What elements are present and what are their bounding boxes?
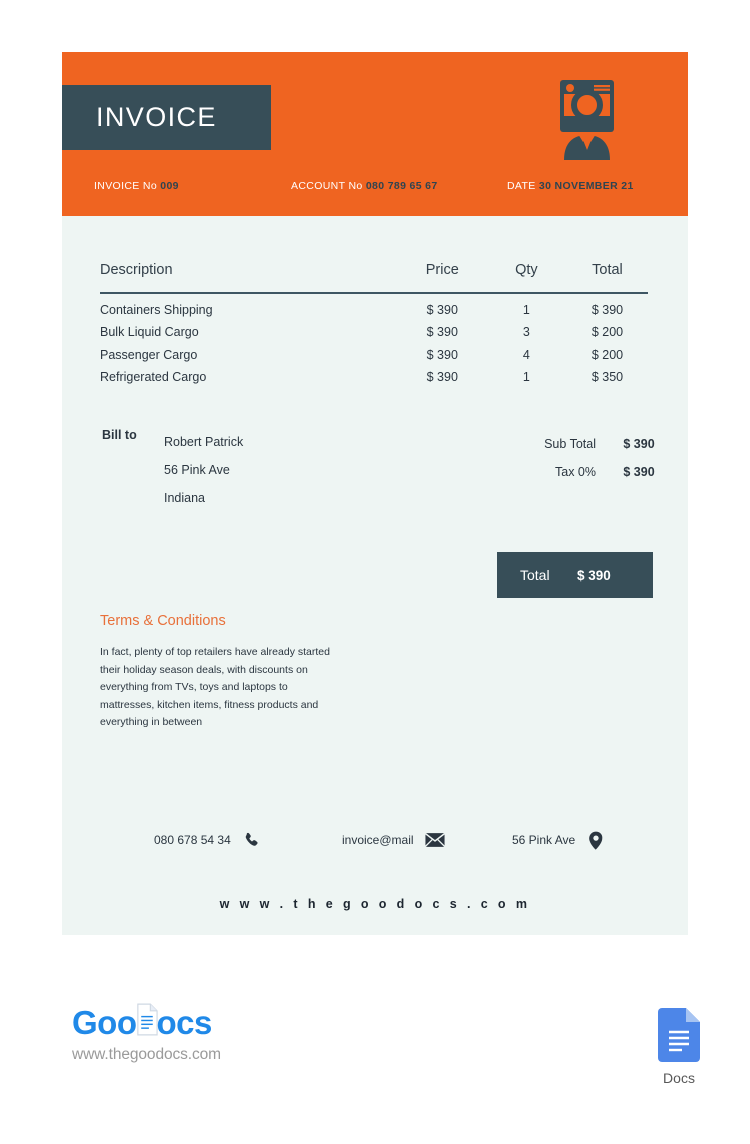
column-header-total: Total <box>592 262 623 278</box>
cell-qty: 1 <box>522 370 530 384</box>
cell-total: $ 200 <box>591 325 624 339</box>
header-meta-row: INVOICE No 009 ACCOUNT No 080 789 65 67 … <box>62 180 688 202</box>
cell-total: $ 350 <box>591 370 624 384</box>
bill-to-region: Indiana <box>164 491 206 505</box>
contact-email[interactable]: invoice@mail <box>342 830 445 850</box>
google-docs-badge[interactable]: Docs <box>653 1008 705 1086</box>
envelope-icon <box>424 830 445 850</box>
grand-total-value: $ 390 <box>577 567 611 583</box>
invoice-date: DATE 30 NOVEMBER 21 <box>507 180 634 192</box>
cell-qty: 3 <box>522 325 530 339</box>
contact-row: 080 678 54 34 invoice@mail 56 Pink Ave <box>100 830 650 858</box>
cell-price: $ 390 <box>426 347 458 362</box>
summary-block: Sub Total $ 390 Tax 0% $ 390 <box>510 430 682 486</box>
column-header-qty: Qty <box>515 262 538 278</box>
contact-phone[interactable]: 080 678 54 34 <box>154 830 262 850</box>
terms-title: Terms & Conditions <box>100 613 226 629</box>
invoice-header: INVOICE INVOICE No 009 ACCOUNT No 080 78… <box>62 52 688 216</box>
cell-description: Containers Shipping <box>100 302 213 317</box>
cell-description: Passenger Cargo <box>100 347 198 362</box>
grand-total-box: Total $ 390 <box>497 552 653 598</box>
tax-value: $ 390 <box>623 465 655 479</box>
column-header-price: Price <box>425 262 459 278</box>
subtotal-label: Sub Total <box>544 437 596 451</box>
contact-address[interactable]: 56 Pink Ave <box>512 830 606 850</box>
bill-to-lines: Robert Patrick 56 Pink Ave Indiana <box>164 428 243 512</box>
docs-file-icon <box>658 1008 700 1066</box>
terms-section: Terms & Conditions In fact, plenty of to… <box>100 613 330 732</box>
goodocs-word-part2: ocs <box>156 1004 212 1041</box>
invoice-number-value: 009 <box>160 180 179 192</box>
person-badge-icon <box>554 80 620 160</box>
cell-price: $ 390 <box>426 302 458 317</box>
contact-phone-text: 080 678 54 34 <box>154 833 231 847</box>
goodocs-wordmark: Goo ocs <box>72 1002 221 1044</box>
invoice-sheet: INVOICE INVOICE No 009 ACCOUNT No 080 78… <box>62 52 688 935</box>
account-number-label: ACCOUNT No <box>291 180 363 192</box>
table-row: Refrigerated Cargo $ 390 1 $ 350 <box>100 362 650 384</box>
table-header-row: Description Price Qty Total <box>100 262 650 292</box>
terms-body: In fact, plenty of top retailers have al… <box>100 646 330 728</box>
bill-to-block: Bill to Robert Patrick 56 Pink Ave India… <box>100 428 243 512</box>
cell-description: Bulk Liquid Cargo <box>100 325 199 339</box>
website-url[interactable]: w w w . t h e g o o d o c s . c o m <box>62 897 688 911</box>
goodocs-word-part1: Goo <box>72 1004 137 1041</box>
cell-total: $ 390 <box>591 302 624 317</box>
bill-to-street: 56 Pink Ave <box>164 463 230 477</box>
invoice-date-value: 30 NOVEMBER 21 <box>538 180 634 192</box>
cell-total: $ 200 <box>591 347 624 362</box>
goodocs-url[interactable]: www.thegoodocs.com <box>72 1046 221 1064</box>
location-pin-icon <box>586 830 606 850</box>
goodocs-logo[interactable]: Goo ocs www.thegoodocs.com <box>72 1002 221 1064</box>
cell-price: $ 390 <box>426 370 458 384</box>
invoice-number-label: INVOICE No <box>94 180 158 192</box>
invoice-title-tag: INVOICE <box>62 85 271 150</box>
cell-price: $ 390 <box>426 325 458 339</box>
grand-total-label: Total <box>520 567 550 583</box>
page-title: INVOICE <box>96 102 217 132</box>
table-row: Containers Shipping $ 390 1 $ 390 <box>100 294 650 317</box>
invoice-number: INVOICE No 009 <box>94 180 179 192</box>
bill-to-label: Bill to <box>102 428 137 442</box>
account-number: ACCOUNT No 080 789 65 67 <box>291 180 438 192</box>
table-row: Bulk Liquid Cargo $ 390 3 $ 200 <box>100 317 650 339</box>
subtotal-value: $ 390 <box>623 437 655 451</box>
billing-summary-section: Bill to Robert Patrick 56 Pink Ave India… <box>100 428 655 512</box>
contact-email-text: invoice@mail <box>342 833 414 847</box>
table-row: Passenger Cargo $ 390 4 $ 200 <box>100 339 650 362</box>
summary-row-tax: Tax 0% $ 390 <box>510 458 682 486</box>
cell-description: Refrigerated Cargo <box>100 370 207 384</box>
invoice-date-label: DATE <box>507 180 536 192</box>
bill-to-name: Robert Patrick <box>164 435 244 449</box>
docs-badge-label: Docs <box>663 1070 695 1086</box>
contact-address-text: 56 Pink Ave <box>512 833 576 847</box>
invoice-body: Description Price Qty Total Containers S… <box>62 262 688 512</box>
summary-row-subtotal: Sub Total $ 390 <box>510 430 682 458</box>
phone-icon <box>242 830 262 850</box>
account-number-value: 080 789 65 67 <box>365 180 438 192</box>
column-header-description: Description <box>100 262 173 278</box>
cell-qty: 4 <box>522 347 530 362</box>
tax-label: Tax 0% <box>555 465 596 479</box>
cell-qty: 1 <box>522 302 530 317</box>
line-items-table: Description Price Qty Total Containers S… <box>100 262 650 384</box>
